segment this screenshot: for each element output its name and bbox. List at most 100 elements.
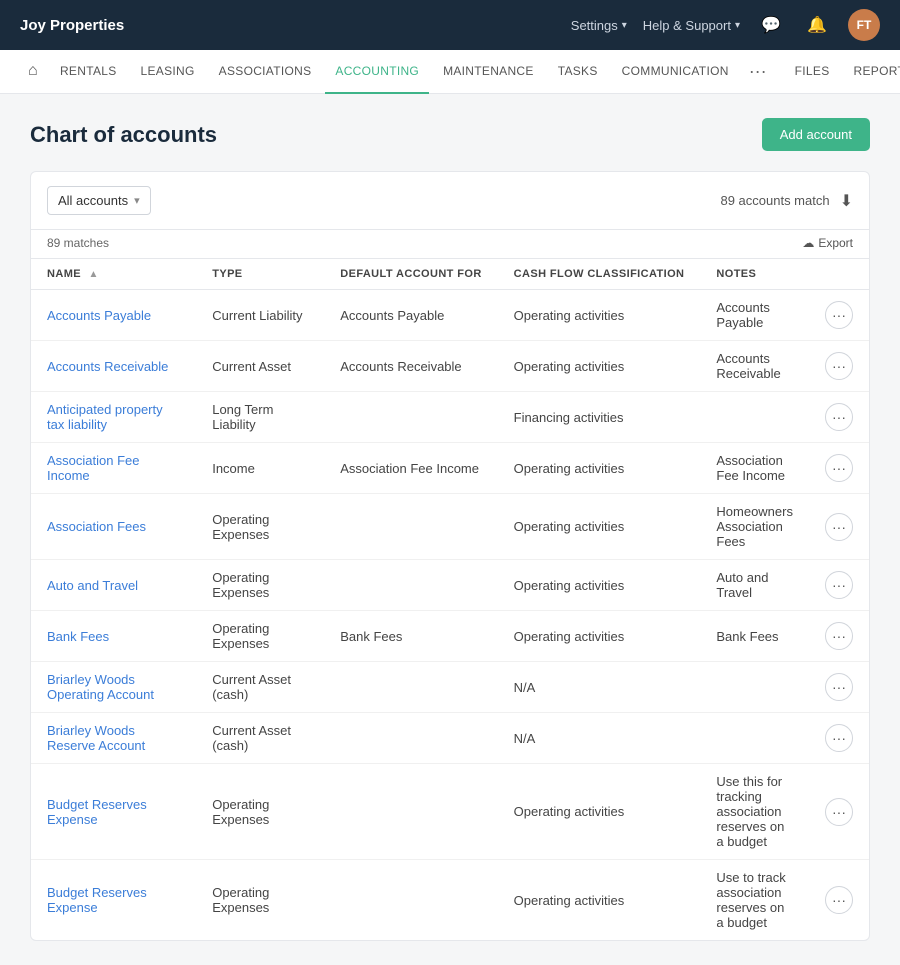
row-menu-button[interactable]: ··· — [825, 513, 853, 541]
account-name-link[interactable]: Accounts Payable — [47, 308, 151, 323]
table-row: Briarley Woods Operating Account Current… — [31, 662, 869, 713]
cell-name: Budget Reserves Expense — [31, 860, 196, 941]
cell-default — [324, 662, 497, 713]
nav-more-button[interactable]: ··· — [743, 61, 773, 82]
row-menu-button[interactable]: ··· — [825, 352, 853, 380]
filter-chevron-icon: ▾ — [134, 194, 140, 207]
avatar[interactable]: FT — [848, 9, 880, 41]
table-row: Association Fee Income Income Associatio… — [31, 443, 869, 494]
cell-cashflow: Operating activities — [498, 341, 701, 392]
cell-action: ··· — [809, 560, 869, 611]
bell-icon: 🔔 — [807, 15, 827, 35]
cell-action: ··· — [809, 392, 869, 443]
cell-notes: Homeowners Association Fees — [700, 494, 809, 560]
help-chevron-icon: ▾ — [735, 20, 740, 31]
col-notes-header: NOTES — [700, 259, 809, 290]
cell-name: Briarley Woods Reserve Account — [31, 713, 196, 764]
cell-cashflow: Operating activities — [498, 860, 701, 941]
cell-cashflow: Operating activities — [498, 764, 701, 860]
row-menu-button[interactable]: ··· — [825, 403, 853, 431]
nav-reports[interactable]: REPORTS — [844, 50, 900, 94]
row-menu-button[interactable]: ··· — [825, 798, 853, 826]
account-name-link[interactable]: Auto and Travel — [47, 578, 138, 593]
account-name-link[interactable]: Accounts Receivable — [47, 359, 168, 374]
filter-dropdown[interactable]: All accounts ▾ — [47, 186, 151, 215]
cell-notes: Bank Fees — [700, 611, 809, 662]
cell-cashflow: N/A — [498, 662, 701, 713]
account-name-link[interactable]: Briarley Woods Operating Account — [47, 672, 154, 702]
table-row: Accounts Receivable Current Asset Accoun… — [31, 341, 869, 392]
match-count: 89 accounts match — [720, 193, 829, 208]
cell-default — [324, 560, 497, 611]
nav-home[interactable]: ⌂ — [20, 50, 46, 94]
table-toolbar: All accounts ▾ 89 accounts match ⬇ — [31, 172, 869, 230]
row-menu-button[interactable]: ··· — [825, 673, 853, 701]
account-name-link[interactable]: Budget Reserves Expense — [47, 797, 147, 827]
row-menu-button[interactable]: ··· — [825, 454, 853, 482]
cell-type: Current Liability — [196, 290, 324, 341]
account-name-link[interactable]: Association Fees — [47, 519, 146, 534]
cell-cashflow: Operating activities — [498, 290, 701, 341]
cell-notes — [700, 662, 809, 713]
nav-tasks[interactable]: TASKS — [548, 50, 608, 94]
row-menu-button[interactable]: ··· — [825, 886, 853, 914]
matches-row: 89 matches ☁ Export — [31, 230, 869, 259]
settings-button[interactable]: Settings ▾ — [571, 18, 627, 33]
page-content: Chart of accounts Add account All accoun… — [0, 94, 900, 965]
account-name-link[interactable]: Budget Reserves Expense — [47, 885, 147, 915]
cell-notes: Use to track association reserves on a b… — [700, 860, 809, 941]
cell-action: ··· — [809, 290, 869, 341]
row-menu-button[interactable]: ··· — [825, 622, 853, 650]
nav-files[interactable]: FILES — [785, 50, 840, 94]
account-name-link[interactable]: Anticipated property tax liability — [47, 402, 163, 432]
app-logo: Joy Properties — [20, 17, 124, 34]
row-menu-button[interactable]: ··· — [825, 724, 853, 752]
cell-default: Association Fee Income — [324, 443, 497, 494]
cell-notes: Use this for tracking association reserv… — [700, 764, 809, 860]
nav-accounting[interactable]: ACCOUNTING — [325, 50, 429, 94]
nav-associations[interactable]: ASSOCIATIONS — [209, 50, 322, 94]
export-icon[interactable]: ⬇ — [840, 191, 853, 211]
row-menu-button[interactable]: ··· — [825, 301, 853, 329]
table-container: All accounts ▾ 89 accounts match ⬇ 89 ma… — [30, 171, 870, 941]
cell-notes: Accounts Payable — [700, 290, 809, 341]
table-row: Bank Fees Operating Expenses Bank Fees O… — [31, 611, 869, 662]
cell-type: Operating Expenses — [196, 560, 324, 611]
cell-action: ··· — [809, 443, 869, 494]
cell-name: Anticipated property tax liability — [31, 392, 196, 443]
help-label: Help & Support — [643, 18, 731, 33]
cell-name: Bank Fees — [31, 611, 196, 662]
chat-button[interactable]: 💬 — [756, 10, 786, 40]
cell-type: Operating Expenses — [196, 611, 324, 662]
accounts-table: NAME ▲ TYPE DEFAULT ACCOUNT FOR CASH FLO… — [31, 259, 869, 940]
account-name-link[interactable]: Briarley Woods Reserve Account — [47, 723, 145, 753]
row-menu-button[interactable]: ··· — [825, 571, 853, 599]
top-bar: Joy Properties Settings ▾ Help & Support… — [0, 0, 900, 50]
col-name-header: NAME ▲ — [31, 259, 196, 290]
account-name-link[interactable]: Association Fee Income — [47, 453, 140, 483]
add-account-button[interactable]: Add account — [762, 118, 870, 151]
export-cloud-icon: ☁ — [802, 236, 814, 250]
main-nav: ⌂ RENTALS LEASING ASSOCIATIONS ACCOUNTIN… — [0, 50, 900, 94]
cell-action: ··· — [809, 764, 869, 860]
nav-maintenance[interactable]: MAINTENANCE — [433, 50, 544, 94]
account-name-link[interactable]: Bank Fees — [47, 629, 109, 644]
cell-action: ··· — [809, 611, 869, 662]
toolbar-right: 89 accounts match ⬇ — [720, 191, 853, 211]
cell-name: Accounts Payable — [31, 290, 196, 341]
cell-default — [324, 860, 497, 941]
export-link[interactable]: ☁ Export — [802, 236, 853, 250]
help-button[interactable]: Help & Support ▾ — [643, 18, 740, 33]
nav-communication[interactable]: COMMUNICATION — [612, 50, 739, 94]
table-header-row: NAME ▲ TYPE DEFAULT ACCOUNT FOR CASH FLO… — [31, 259, 869, 290]
nav-leasing[interactable]: LEASING — [131, 50, 205, 94]
cell-cashflow: N/A — [498, 713, 701, 764]
cell-name: Auto and Travel — [31, 560, 196, 611]
notifications-button[interactable]: 🔔 — [802, 10, 832, 40]
cell-type: Long Term Liability — [196, 392, 324, 443]
nav-rentals[interactable]: RENTALS — [50, 50, 127, 94]
cell-default — [324, 392, 497, 443]
cell-default — [324, 764, 497, 860]
cell-name: Association Fees — [31, 494, 196, 560]
cell-name: Association Fee Income — [31, 443, 196, 494]
